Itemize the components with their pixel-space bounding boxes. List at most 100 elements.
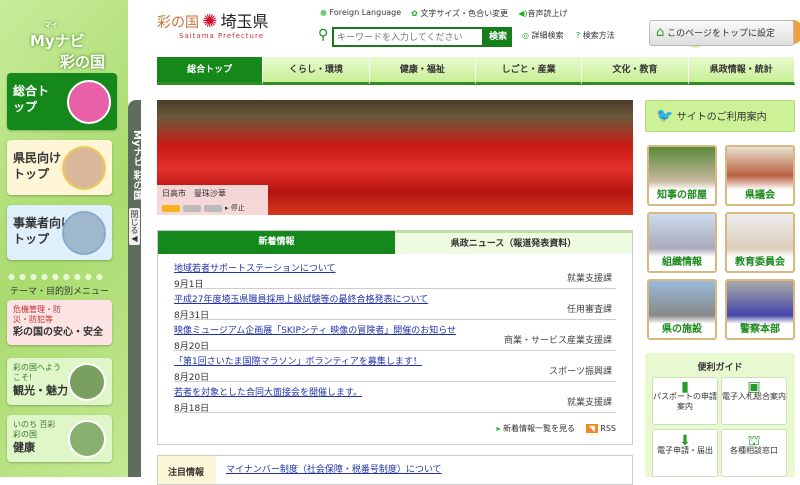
quick-tile[interactable]: 警察本部: [725, 279, 795, 340]
news-item: 若者を対象とした合同大面接会を開催します。 8月18日 就業支援課: [174, 382, 616, 414]
sidebar-theme-health[interactable]: いのち 百彩 彩の国 健康: [7, 415, 112, 462]
link-label: 検索方法: [582, 31, 615, 40]
mynavi-sidebar: マイ Myナビ 彩の国 総合トップ 県民向けトップ 事業者向けトップ ●●●●●…: [0, 0, 128, 477]
bird-mascot-icon: 🐦: [656, 108, 674, 124]
nav-tab-top[interactable]: 総合トップ: [157, 57, 264, 85]
search-icon: ⚲: [318, 27, 329, 43]
search-help-link[interactable]: ? 検索方法: [576, 30, 615, 41]
strip-label: Myナビ 彩の国: [131, 130, 142, 200]
news-list: 地域若者サポートステーションについて 9月1日 就業支援課 平成27年度埼玉県職員採用…: [158, 254, 632, 414]
news-department: スポーツ振興課: [549, 367, 612, 377]
guide-passport[interactable]: ▮ パスポートの申請案内: [652, 377, 718, 425]
health-image: [68, 419, 106, 458]
flower-image: [67, 79, 111, 124]
utility-links: ● Foreign Language ✿ 文字サイズ・色合い変更 ◀)音声読上げ: [320, 8, 567, 19]
quick-tile[interactable]: 教育委員会: [725, 212, 795, 273]
mynavi-logo: マイ Myナビ 彩の国: [10, 20, 120, 71]
site-guide-button[interactable]: 🐦 サイトのご利用案内: [645, 100, 795, 132]
arrow-icon: ▸: [496, 424, 501, 433]
tile-label: 教育委員会: [735, 257, 785, 268]
slide-indicator[interactable]: [204, 204, 222, 212]
nav-tab-culture[interactable]: 文化・教育: [582, 57, 689, 85]
mynavi-toggle-strip[interactable]: Myナビ 彩の国 閉じる◀: [128, 100, 142, 477]
tile-label: 県の施設: [662, 324, 702, 335]
slide-indicator[interactable]: [183, 204, 201, 212]
help-icon: ?: [576, 31, 581, 40]
link-label: 音声読上げ: [527, 9, 568, 18]
logo-line2: 彩の国: [60, 53, 106, 71]
search-input[interactable]: [332, 27, 484, 47]
news-footer: ▸ 新着情報一覧を見る ◥ RSS: [496, 423, 616, 434]
logo-en: Saitama Prefecture: [179, 32, 265, 40]
sidebar-theme-safety[interactable]: 危機管理・防災・防犯等 彩の国の安心・安全: [7, 300, 112, 345]
news-department: 商業・サービス産業支援課: [503, 336, 612, 346]
theme-menu-label: テーマ・目的別メニュー: [10, 287, 110, 297]
sidebar-theme-tourism[interactable]: 彩の国へようこそ! 観光・魅力: [7, 358, 112, 405]
guide-title: 便利ガイド: [697, 363, 743, 373]
tile-label: 警察本部: [740, 324, 780, 335]
nav-tab-prefecture[interactable]: 県政情報・統計: [688, 57, 795, 85]
nav-tab-health[interactable]: 健康・福祉: [369, 57, 476, 85]
logo-ruby: マイ: [44, 21, 58, 29]
news-link[interactable]: 若者を対象とした合同大面接会を開催します。: [174, 385, 616, 398]
sidebar-item-top[interactable]: 総合トップ: [7, 73, 117, 130]
sidebar-item-label: 県民向けトップ: [13, 151, 62, 181]
site-logo[interactable]: 彩の国 ✺ 埼玉県 Saitama Prefecture: [157, 8, 268, 40]
monitor-icon: ▣: [747, 379, 761, 395]
guide-label: パスポートの申請案内: [653, 392, 717, 411]
news-panel: 新着情報 県政ニュース（報道発表資料） 地域若者サポートステーションについて 9月…: [157, 230, 633, 445]
home-plus-icon: ⌂: [656, 25, 665, 40]
tab-new-info[interactable]: 新着情報: [158, 231, 395, 254]
family-image: [62, 145, 106, 190]
nav-tab-work[interactable]: しごと・産業: [475, 57, 583, 85]
attention-link[interactable]: マイナンバー制度（社会保障・税番号制度）について: [216, 456, 452, 484]
news-department: 就業支援課: [566, 274, 612, 284]
search-button[interactable]: 検索: [484, 27, 512, 47]
guide-consultation[interactable]: ⛫ 各種相談窓口: [721, 429, 787, 477]
sidebar-item-residents[interactable]: 県民向けトップ: [7, 140, 112, 195]
quick-tile[interactable]: 知事の部屋: [647, 145, 717, 206]
guide-label: 電子申請・届出: [657, 446, 713, 455]
news-item: 「第1回さいたま国際マラソン」ボランティアを募集します！ 8月20日 スポーツ振興課: [174, 351, 616, 383]
quick-tile[interactable]: 県議会: [725, 145, 795, 206]
nav-tab-living[interactable]: くらし・環境: [263, 57, 370, 85]
attention-panel: 注目情報 マイナンバー制度（社会保障・税番号制度）について: [157, 455, 633, 485]
theme-sub: 彩の国へようこそ!: [13, 363, 61, 382]
sidebar-item-business[interactable]: 事業者向けトップ: [7, 205, 112, 260]
tab-press-release[interactable]: 県政ニュース（報道発表資料）: [395, 231, 632, 254]
rss-link[interactable]: RSS: [600, 424, 616, 433]
logo-right: 埼玉県: [220, 12, 269, 31]
text-size-link[interactable]: ✿ 文字サイズ・色合い変更: [411, 8, 508, 19]
globe-icon: ●: [320, 8, 327, 17]
guide-e-bidding[interactable]: ▣ 電子入札総合案内: [721, 377, 787, 425]
news-date: 8月18日: [174, 404, 210, 414]
news-link[interactable]: 平成27年度埼玉県職員採用上級試験等の最終合格発表について: [174, 292, 616, 305]
read-aloud-link[interactable]: ◀)音声読上げ: [518, 8, 567, 19]
guide-label: 各種相談窓口: [730, 446, 778, 455]
news-link[interactable]: 地域若者サポートステーションについて: [174, 261, 616, 274]
guide-label: 電子入札総合案内: [722, 392, 786, 401]
link-label: 詳細検索: [531, 31, 564, 40]
stop-button[interactable]: ▸ 停止: [225, 203, 245, 213]
news-more-link[interactable]: 新着情報一覧を見る: [503, 424, 575, 433]
hero-caption: 日高市 曼珠沙華 ▸ 停止: [157, 185, 268, 215]
handshake-image: [62, 210, 106, 255]
foreign-language-link[interactable]: ● Foreign Language: [320, 8, 401, 19]
quick-tile[interactable]: 組織情報: [647, 212, 717, 273]
slide-indicator-active[interactable]: [162, 204, 180, 212]
counter-icon: ⛫: [747, 433, 761, 449]
convenient-guide: 便利ガイド ▮ パスポートの申請案内 ▣ 電子入札総合案内 ⬇ 電子申請・届出 ⛫ 各種…: [645, 353, 795, 477]
passport-icon: ▮: [681, 379, 689, 395]
theme-sub: 危機管理・防災・防犯等: [13, 305, 61, 324]
global-nav: 総合トップ くらし・環境 健康・福祉 しごと・産業 文化・教育 県政情報・統計: [157, 57, 795, 85]
tile-label: 県議会: [745, 190, 775, 201]
magnifier-icon: ◎: [522, 31, 529, 40]
guide-e-application[interactable]: ⬇ 電子申請・届出: [652, 429, 718, 477]
advanced-search-link[interactable]: ◎ 詳細検索: [522, 30, 564, 41]
button-label: このページをトップに設定: [667, 29, 775, 39]
logo-mark-icon: ✺: [202, 11, 218, 32]
link-label: Foreign Language: [329, 8, 402, 17]
set-homepage-button[interactable]: ⌂ このページをトップに設定: [649, 20, 794, 46]
close-sidebar-button[interactable]: 閉じる◀: [129, 208, 140, 245]
quick-tile[interactable]: 県の施設: [647, 279, 717, 340]
